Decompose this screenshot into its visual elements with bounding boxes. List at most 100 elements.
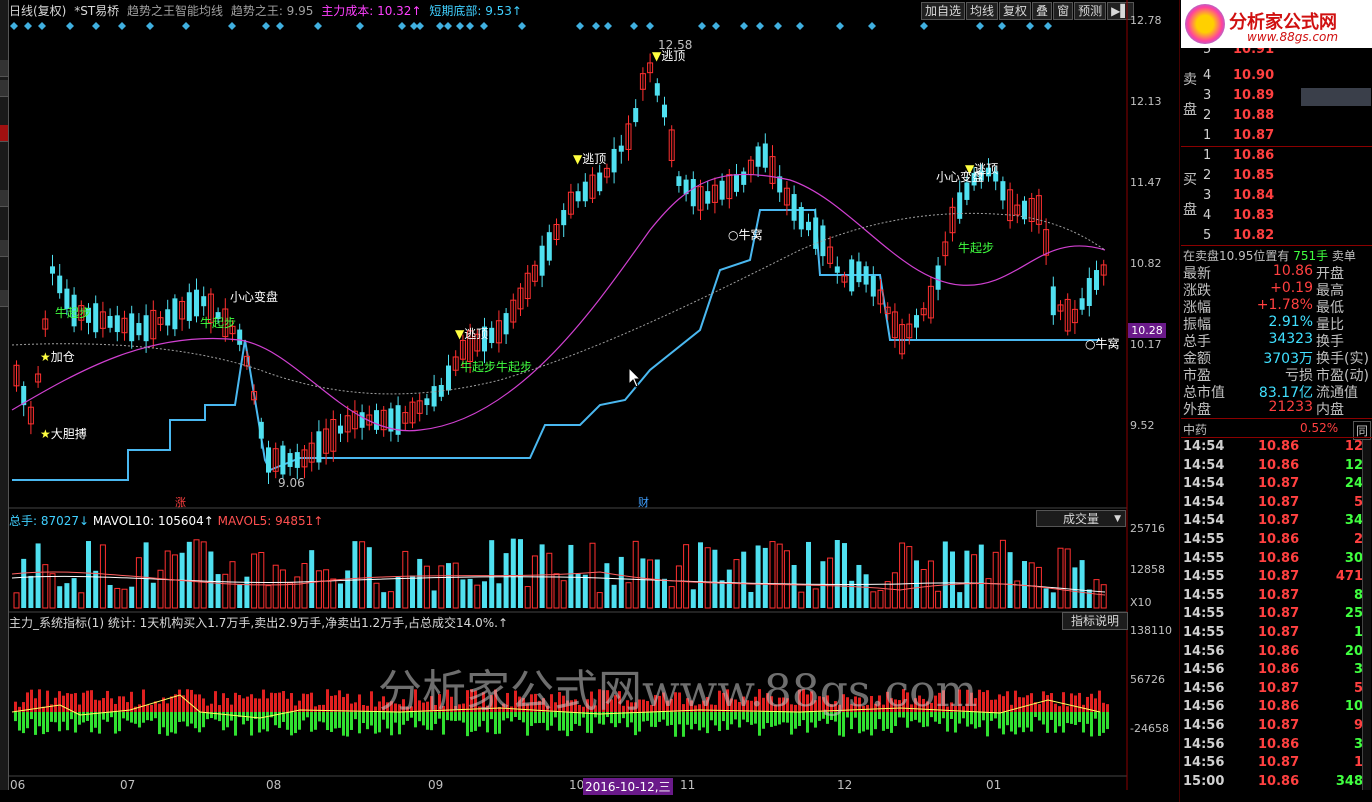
indicator-help-button[interactable]: 指标说明 [1062,612,1128,630]
volume-bar [568,544,574,608]
system-bar-up [986,690,989,712]
volume-bar [662,578,667,608]
volume-bar [229,561,236,609]
system-bar-up [78,704,81,712]
volume-bar [942,541,948,608]
candle-body [806,221,811,231]
system-bar-up [1022,697,1025,712]
signal-diamond [976,22,984,30]
system-bar-down [1046,712,1049,733]
volume-bar [330,578,337,609]
volume-bar [877,589,884,609]
logo: 分析家公式网 www.88gs.com [1181,0,1372,48]
system-bar-up [138,704,141,712]
system-bar-down [370,712,373,726]
signal-diamond [92,22,100,30]
volume-bar [402,550,409,609]
sell-level[interactable]: 3 10.89 [1201,88,1371,108]
tick-scrollbar[interactable] [1362,440,1371,790]
system-bar-down [1050,712,1053,720]
signal-diamond [444,22,452,30]
system-bar-up [102,697,105,712]
volume-bar [920,569,927,609]
candle-body [935,265,941,290]
system-bar-up [290,693,293,712]
volume-bar [755,545,761,608]
signal-diamond [118,22,126,30]
candle-body [489,327,495,343]
tick-row: 14:56 10.86 3 [1183,662,1363,678]
volume-bar [1043,588,1049,608]
sell-level[interactable]: 1 10.87 [1201,128,1371,148]
sell-level[interactable]: 2 10.88 [1201,108,1371,128]
price-axis-label: 10.82 [1130,257,1162,270]
buy-level[interactable]: 2 10.85 [1201,168,1371,188]
volume-bar [460,579,466,608]
buy-level[interactable]: 3 10.84 [1201,188,1371,208]
candle-body [1079,298,1085,310]
sector-row[interactable]: 中药 0.52% 同 [1183,421,1372,440]
buy-level[interactable]: 1 10.86 [1201,148,1371,168]
candle-body [741,171,747,185]
candle-body [359,412,365,428]
x-axis-label: 09 [428,778,444,792]
sell-level[interactable]: 4 10.90 [1201,68,1371,88]
volume-bar [200,541,207,609]
volume-bar [748,591,754,608]
system-bar-up [998,694,1001,712]
system-bar-down [146,712,149,721]
system-bar-up [330,695,333,712]
system-bar-up [1038,704,1041,712]
system-bar-down [158,712,161,735]
volume-bar [150,582,156,608]
system-bar-up [114,703,117,712]
system-bar-up [230,704,233,712]
sell-level[interactable]: 5 10.91 [1201,48,1371,62]
system-bar-down [290,712,293,736]
signal-diamond [436,22,444,30]
signal-diamond [712,22,720,30]
volume-bar [121,588,128,609]
candle-body [618,145,624,152]
system-bar-down [270,712,273,718]
volume-bar [762,547,768,608]
volume-bar [1050,592,1056,608]
volume-bar [287,582,294,609]
system-bar-up [326,689,329,712]
system-bar-up [354,702,357,712]
system-bar-down [90,712,93,733]
candle-body [186,292,192,321]
quote-row: 金额 3703万 换手(实) [1183,351,1369,367]
volume-bar [899,542,906,609]
system-bar-up [286,698,289,712]
volume-bar [906,546,913,609]
system-bar-up [262,689,265,712]
volume-bar [143,542,149,608]
system-bar-down [1070,712,1073,724]
system-bar-down [62,712,65,722]
buy-level[interactable]: 4 10.83 [1201,208,1371,228]
volume-bar [35,543,41,608]
candle-body [201,296,207,307]
signal-diamond [698,22,706,30]
volume-bar [1022,561,1027,608]
candle-body [294,452,300,468]
system-bar-down [82,712,85,723]
volume-bar [560,580,567,609]
volume-bar [812,588,819,609]
volume-bar [381,592,387,608]
candle-body [424,398,430,406]
system-bar-up [158,703,161,712]
system-bar-down [1102,712,1105,733]
system-bar-up [346,693,349,712]
volume-bar [553,573,560,609]
system-bar-down [94,712,97,728]
signal-diamond [416,22,424,30]
candle-body [719,180,725,200]
system-bar-down [322,712,325,723]
candle-body [654,83,660,96]
volume-bar [618,556,624,608]
system-bar-up [1098,690,1101,712]
candle-body [546,232,552,261]
volume-dropdown[interactable]: 成交量 ▼ [1036,510,1126,527]
